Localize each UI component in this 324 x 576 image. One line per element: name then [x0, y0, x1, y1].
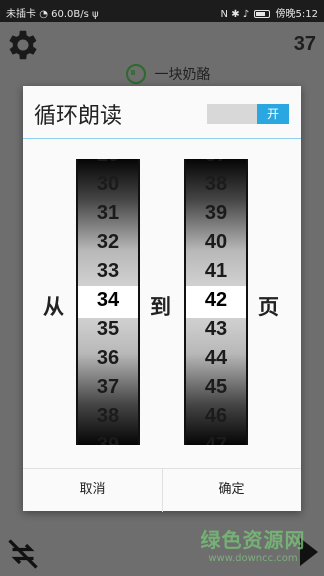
page-number[interactable]: 37 — [186, 159, 246, 167]
page-number[interactable]: 46 — [186, 405, 246, 428]
confirm-button[interactable]: 确定 — [162, 469, 301, 512]
book-title-bar[interactable]: 一块奶酪 — [126, 64, 210, 84]
page-number[interactable]: 40 — [186, 231, 246, 254]
toggle-on-label: 开 — [257, 104, 289, 124]
battery-icon — [254, 10, 271, 18]
page-number[interactable]: 39 — [78, 434, 138, 445]
selected-page-number[interactable]: 34 — [78, 289, 138, 312]
to-label: 到 — [150, 295, 171, 319]
wifi-icon: ◔ — [39, 9, 48, 20]
loop-toggle[interactable]: 开 — [207, 104, 289, 124]
page-number[interactable]: 29 — [78, 159, 138, 167]
book-play-icon — [126, 64, 146, 84]
page-number[interactable]: 35 — [78, 318, 138, 341]
repeat-off-icon[interactable] — [4, 536, 42, 572]
bluetooth-icon: ✱ — [231, 9, 240, 20]
page-label: 页 — [258, 295, 279, 319]
dialog-divider — [23, 138, 301, 139]
watermark-title: 绿色资源网 — [200, 528, 306, 552]
cancel-button[interactable]: 取消 — [23, 469, 162, 512]
usb-icon: ψ — [92, 9, 99, 20]
from-label: 从 — [43, 295, 64, 319]
page-number[interactable]: 32 — [78, 231, 138, 254]
page-number[interactable]: 33 — [78, 260, 138, 283]
page-number[interactable]: 44 — [186, 347, 246, 370]
dialog-actions: 取消 确定 — [23, 468, 301, 512]
book-title: 一块奶酪 — [154, 67, 211, 83]
network-speed: 60.0B/s — [51, 9, 89, 20]
gear-icon[interactable] — [4, 26, 42, 64]
to-page-wheel[interactable]: 37 38 39 40 41 42 43 44 45 46 47 — [184, 159, 248, 445]
page-number[interactable]: 45 — [186, 376, 246, 399]
page-number[interactable]: 38 — [186, 173, 246, 196]
page-number[interactable]: 30 — [78, 173, 138, 196]
mute-icon: ♪ — [242, 9, 250, 20]
dialog-header: 循环朗读 开 — [23, 86, 301, 138]
nfc-icon: N — [220, 9, 228, 20]
carrier-text: 未插卡 — [6, 9, 36, 20]
page-number[interactable]: 36 — [78, 347, 138, 370]
page-number[interactable]: 38 — [78, 405, 138, 428]
dialog-title: 循环朗读 — [34, 104, 123, 129]
status-bar: 未插卡 ◔ 60.0B/s ψ N ✱ ♪ 傍晚5:12 — [0, 0, 324, 22]
page-number[interactable]: 37 — [78, 376, 138, 399]
from-page-wheel[interactable]: 29 30 31 32 33 34 35 36 37 38 39 — [76, 159, 140, 445]
loop-read-dialog: 循环朗读 开 从 到 页 29 30 31 32 33 34 35 36 37 38 39 37 38… — [23, 86, 301, 512]
page-number[interactable]: 39 — [186, 202, 246, 225]
watermark-url: www.downcc.com — [208, 553, 298, 564]
watermark: 绿色资源网 www.downcc.com — [188, 524, 318, 564]
page-count: 37 — [293, 33, 316, 55]
selected-page-number[interactable]: 42 — [186, 289, 246, 312]
clock: 傍晚5:12 — [275, 9, 318, 20]
page-number[interactable]: 47 — [186, 434, 246, 445]
page-number[interactable]: 41 — [186, 260, 246, 283]
page-number[interactable]: 31 — [78, 202, 138, 225]
page-number[interactable]: 43 — [186, 318, 246, 341]
